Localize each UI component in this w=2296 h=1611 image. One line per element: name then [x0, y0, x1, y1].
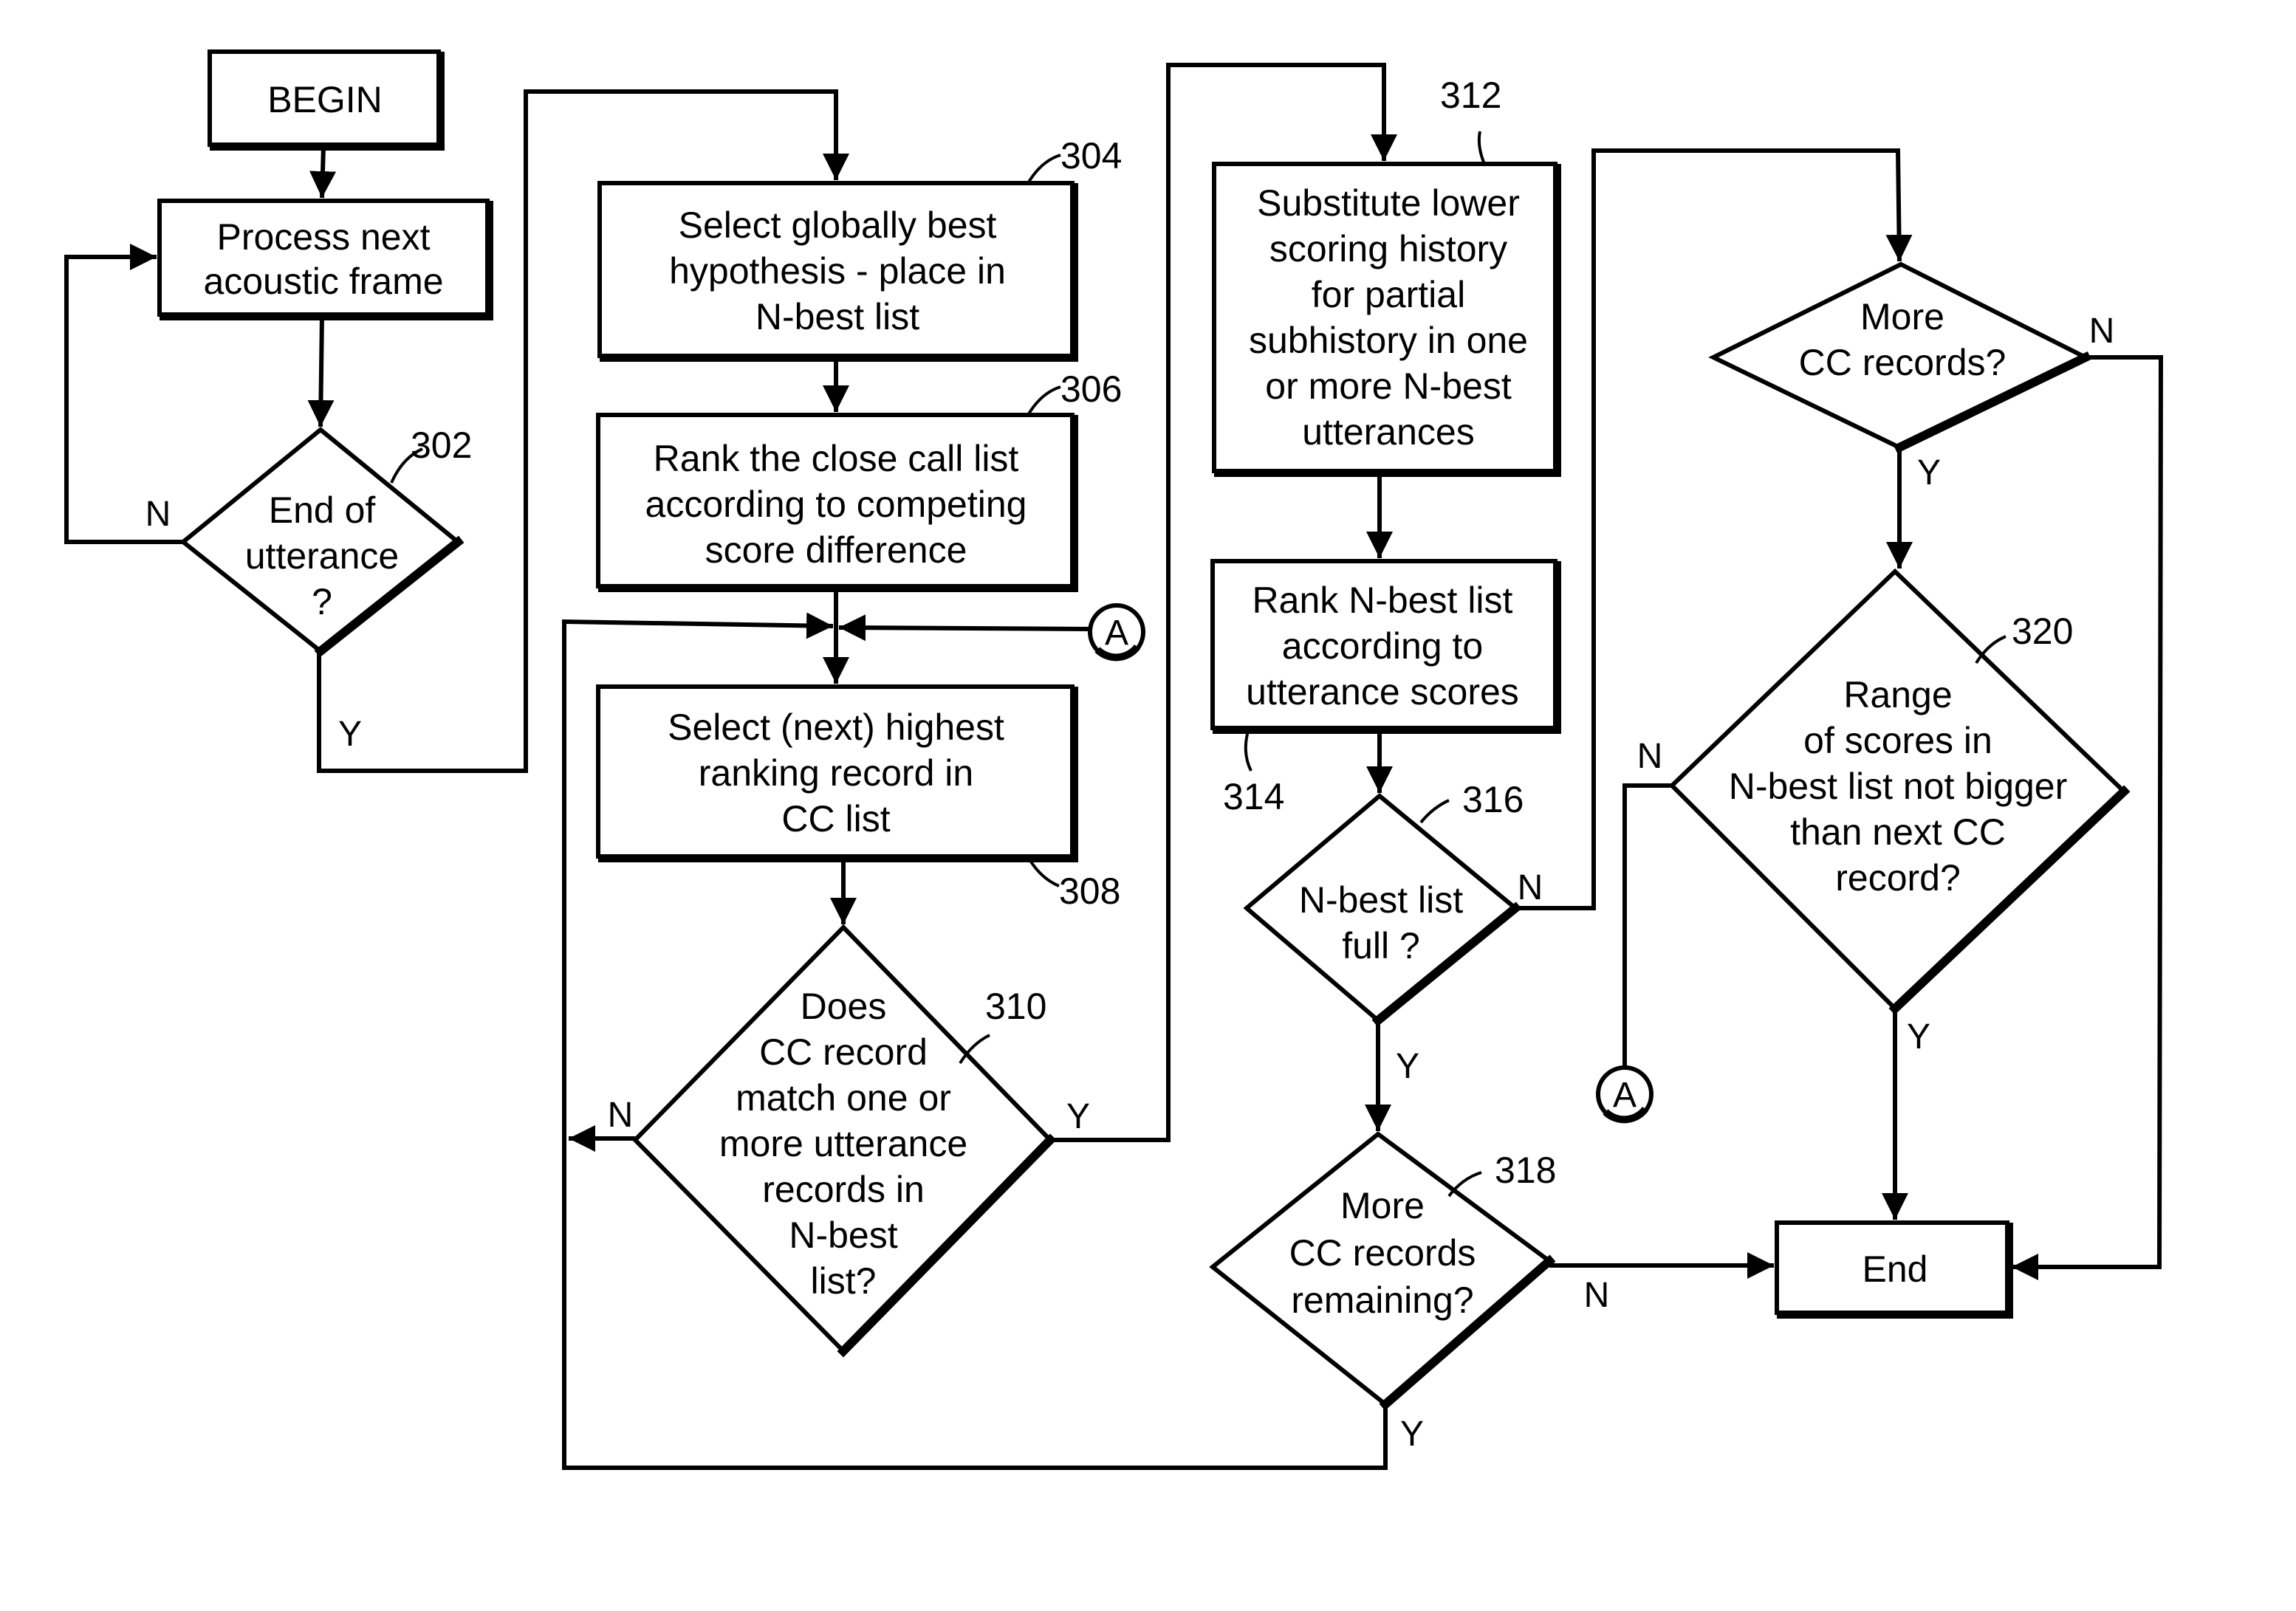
label-line: Process next [216, 216, 430, 258]
label-line: of scores in [1803, 720, 1992, 761]
label-line: CC record [759, 1031, 928, 1073]
ref-316: 316 [1462, 779, 1524, 820]
label-line: More [1340, 1185, 1425, 1226]
ref-304: 304 [1060, 135, 1122, 176]
label-line: subhistory in one [1249, 320, 1528, 361]
label-line: Substitute lower [1257, 182, 1520, 224]
label-line: CC records [1289, 1232, 1476, 1274]
node-more-cc: More CC records? N Y [1708, 261, 2115, 492]
label-line: More [1860, 296, 1944, 337]
edge-label-316-yes: Y [1396, 1047, 1419, 1086]
label-line: utterance [245, 535, 399, 577]
label-line: ? [312, 581, 332, 622]
node-process-frame: Process next acoustic frame [157, 199, 493, 320]
connector-a-top: A [1088, 603, 1145, 662]
label-line: BEGIN [267, 79, 383, 120]
label-line: N-best [789, 1215, 897, 1256]
edge-label-310-no: N [608, 1096, 634, 1135]
node-304: Select globally best hypothesis - place i… [597, 135, 1122, 362]
edge-label-318-no: N [1584, 1276, 1610, 1315]
label-line: Select globally best [679, 205, 997, 246]
label-line: match one or [736, 1077, 951, 1119]
label-line: more utterance [719, 1123, 967, 1164]
node-308: Select (next) highest ranking record in CC… [596, 684, 1120, 912]
label-line: hypothesis - place in [669, 250, 1006, 292]
connector-a-top-label: A [1105, 614, 1128, 653]
ref-312: 312 [1440, 75, 1501, 116]
connector-a-bottom-label: A [1613, 1076, 1637, 1115]
label-line: N-best list [1299, 879, 1463, 921]
edge-label-316-no: N [1518, 868, 1543, 907]
edge-318-yes-loop [562, 1404, 1388, 1470]
node-316: N-best list full ? 316 N Y [1243, 779, 1543, 1086]
end-label: End [1862, 1248, 1928, 1290]
edge-320-no-to-a [1622, 783, 1672, 1066]
label-line: full ? [1342, 925, 1420, 966]
node-310: Does CC record match one or more utterance r… [608, 924, 1090, 1358]
node-begin: BEGIN [208, 49, 445, 151]
label-line: than next CC [1790, 811, 2006, 853]
ref-302: 302 [411, 425, 472, 466]
label-line: according to [1282, 625, 1483, 667]
label-line: according to competing [645, 484, 1027, 525]
node-318: More CC records remaining? 318 N Y [1209, 1131, 1610, 1454]
label-line: utterance scores [1246, 671, 1519, 712]
edge-label-more-cc-no: N [2089, 312, 2115, 351]
edge-label-more-cc-yes: Y [1917, 453, 1941, 492]
label-line: record? [1835, 857, 1961, 899]
ref-leader-314 [1244, 730, 1252, 772]
flowchart-canvas: BEGIN Process next acoustic frame End of u… [64, 49, 2164, 1470]
label-line: scoring history [1269, 228, 1507, 269]
process-314-label: Rank N-best list according to utterance sc… [1246, 580, 1519, 712]
label-line: or more N-best [1265, 365, 1512, 407]
label-line: N-best list [755, 296, 919, 337]
edge-process-to-302 [307, 315, 335, 427]
label-line: Does [801, 986, 887, 1027]
label-line: score difference [705, 529, 967, 571]
edge-label-302-yes: Y [338, 715, 362, 754]
label-line: CC records? [1799, 342, 2007, 383]
edge-label-318-yes: Y [1400, 1415, 1424, 1454]
label-line: End [1862, 1248, 1928, 1290]
label-line: remaining? [1291, 1279, 1473, 1321]
label-line: Range [1843, 674, 1952, 715]
edge-label-320-yes: Y [1907, 1017, 1930, 1057]
label-line: CC list [781, 798, 890, 839]
ref-308: 308 [1059, 870, 1120, 912]
ref-leader-304 [1027, 154, 1061, 185]
label-line: list? [811, 1260, 877, 1302]
label-line: N-best list not bigger [1729, 766, 2068, 807]
label-line: acoustic frame [203, 261, 443, 302]
label-line: for partial [1312, 274, 1465, 315]
edge-label-302-no: N [145, 495, 171, 534]
begin-label: BEGIN [267, 79, 383, 120]
edge-label-310-yes: Y [1066, 1097, 1090, 1136]
label-line: End of [269, 490, 376, 531]
label-line: records in [762, 1169, 925, 1210]
label-line: ranking record in [699, 752, 973, 794]
label-line: Rank the close call list [654, 438, 1019, 479]
ref-leader-312 [1477, 131, 1486, 165]
connector-a-bottom: A [1596, 1065, 1654, 1124]
ref-320: 320 [2012, 611, 2073, 652]
label-line: utterances [1302, 411, 1474, 453]
ref-318: 318 [1495, 1150, 1556, 1191]
node-306: Rank the close call list according to com… [596, 368, 1122, 592]
ref-leader-306 [1027, 385, 1061, 416]
ref-leader-308 [1028, 858, 1060, 887]
node-302: End of utterance? 302 N Y [145, 425, 473, 754]
edge-a-into-junction [838, 614, 1089, 642]
ref-leader-316 [1419, 799, 1450, 824]
label-line: Select (next) highest [668, 707, 1004, 748]
ref-310: 310 [985, 986, 1046, 1027]
edge-begin-to-process [309, 145, 337, 199]
ref-306: 306 [1060, 368, 1122, 410]
ref-314: 314 [1223, 776, 1284, 817]
node-320: Range of scores in N-best list not bigger t… [1637, 568, 2131, 1057]
label-line: Rank N-best list [1252, 580, 1513, 621]
edge-label-320-no: N [1637, 737, 1663, 776]
node-end: End [1775, 1220, 2013, 1319]
